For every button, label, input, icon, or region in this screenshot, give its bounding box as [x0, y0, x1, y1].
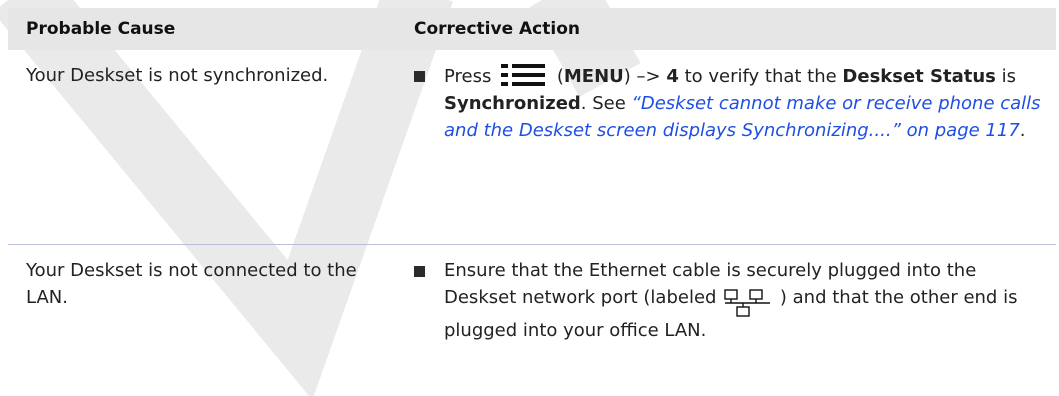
menu-icon [501, 64, 546, 86]
action-text: ( [551, 66, 564, 87]
status-value: Synchronized [444, 93, 581, 114]
cause-cell: Your Deskset is not connected to the LAN… [26, 260, 357, 308]
action-text: . See [580, 93, 632, 114]
action-text: to verify that the [678, 66, 843, 87]
status-label: Deskset Status [842, 66, 996, 87]
action-text: . [1019, 120, 1026, 141]
bullet-icon [414, 71, 425, 82]
table-header: Probable Cause Corrective Action [8, 8, 1056, 50]
cause-cell: Your Deskset is not synchronized. [26, 65, 329, 86]
action-text: ) –> [623, 66, 667, 87]
header-corrective-action: Corrective Action [414, 19, 580, 39]
table-row: Your Deskset is not synchronized. Press … [8, 50, 1056, 245]
troubleshooting-table: Probable Cause Corrective Action Your De… [8, 8, 1056, 385]
bullet-icon [414, 266, 425, 277]
action-cell: Ensure that the Ethernet cable is secure… [444, 257, 1044, 344]
action-cell: Press (MENU) –> 4 to verify that the Des… [444, 62, 1044, 144]
action-text: Press [444, 66, 498, 87]
table-row: Your Deskset is not connected to the LAN… [8, 245, 1056, 385]
network-port-icon [724, 289, 771, 317]
header-probable-cause: Probable Cause [26, 19, 176, 39]
menu-key-label: MENU [563, 66, 624, 87]
key-number: 4 [666, 66, 679, 87]
page: Probable Cause Corrective Action Your De… [0, 0, 1059, 396]
action-text: is [995, 66, 1017, 87]
